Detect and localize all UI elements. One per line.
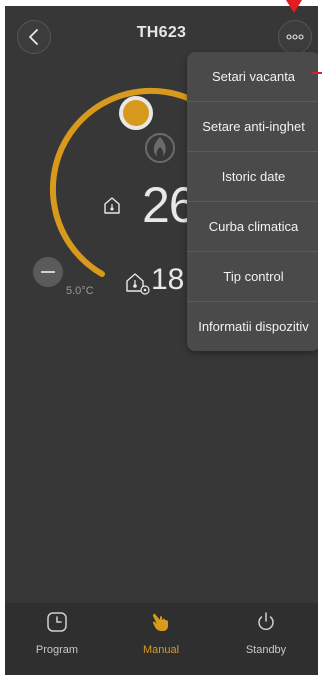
menu-item-curba-climatica[interactable]: Curba climatica (187, 202, 318, 252)
hand-pointer-icon (152, 613, 168, 631)
bottom-tab-bar: Program Manual Standby (5, 603, 318, 675)
room-temperature: 18 (151, 263, 185, 296)
menu-item-label: Informatii dispozitiv (198, 319, 309, 334)
power-icon (258, 612, 274, 631)
clock-icon (47, 612, 67, 632)
tab-standby[interactable]: Standby (214, 603, 318, 663)
home-thermometer-icon (104, 197, 120, 214)
tab-label: Program (35, 644, 79, 656)
minus-icon (41, 271, 55, 273)
tab-label: Manual (142, 644, 180, 656)
menu-item-tip-control[interactable]: Tip control (187, 252, 318, 302)
menu-item-label: Curba climatica (208, 219, 299, 234)
home-sensor-icon (126, 273, 150, 295)
tab-label: Standby (245, 644, 287, 656)
tab-manual[interactable]: Manual (109, 603, 213, 663)
menu-item-setari-vacanta[interactable]: Setari vacanta (187, 52, 318, 102)
tab-program[interactable]: Program (5, 603, 109, 663)
flame-icon (145, 133, 175, 163)
annotation-dash (312, 72, 322, 74)
menu-item-label: Istoric date (221, 169, 286, 184)
menu-item-label: Setari vacanta (211, 69, 296, 84)
app-screen: TH623 26 18 5.0°C Setari vacanta Setare … (5, 6, 318, 675)
dial-handle (119, 96, 153, 130)
menu-item-istoric-date[interactable]: Istoric date (187, 152, 318, 202)
min-temperature-label: 5.0°C (66, 285, 94, 297)
decrease-temperature-button[interactable] (33, 257, 63, 287)
annotation-arrow-icon (286, 0, 302, 13)
menu-item-informatii-dispozitiv[interactable]: Informatii dispozitiv (187, 302, 318, 351)
menu-item-setare-anti-inghet[interactable]: Setare anti-inghet (187, 102, 318, 152)
menu-item-label: Tip control (223, 269, 284, 284)
menu-item-label: Setare anti-inghet (202, 119, 305, 134)
options-menu: Setari vacanta Setare anti-inghet Istori… (187, 52, 318, 351)
